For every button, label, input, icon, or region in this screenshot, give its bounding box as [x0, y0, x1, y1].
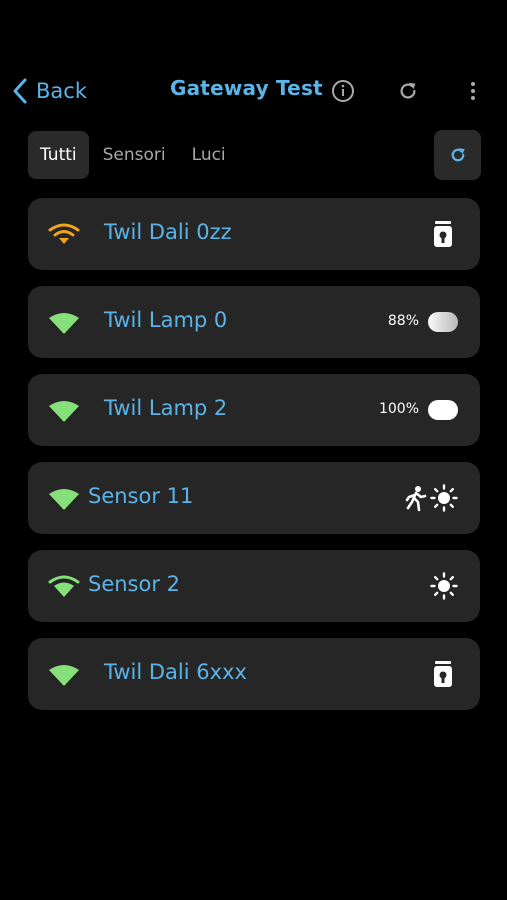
reload-button[interactable] [395, 78, 421, 104]
sun-icon [430, 572, 458, 600]
refresh-list-button[interactable] [434, 130, 481, 180]
dali-device-icon [434, 221, 452, 247]
wifi-full-icon [49, 401, 79, 422]
brightness-value: 88% [387, 313, 419, 329]
device-card-sensor-11[interactable]: Sensor 11 [28, 462, 480, 534]
back-button[interactable]: Back [10, 74, 87, 108]
chevron-left-icon [13, 78, 27, 104]
info-icon [332, 80, 354, 102]
device-name: Twil Lamp 2 [104, 396, 228, 420]
device-card-twil-dali-0zz[interactable]: Twil Dali 0zz [28, 198, 480, 270]
device-card-twil-dali-6xxx[interactable]: Twil Dali 6xxx [28, 638, 480, 710]
filter-tabs: Tutti Sensori Luci [28, 130, 240, 180]
device-card-twil-lamp-2[interactable]: Twil Lamp 2 100% [28, 374, 480, 446]
device-name: Twil Dali 0zz [104, 220, 232, 244]
wifi-weak-icon [48, 223, 80, 244]
sun-icon [430, 484, 458, 512]
tab-luci[interactable]: Luci [180, 131, 238, 179]
device-card-twil-lamp-0[interactable]: Twil Lamp 0 88% [28, 286, 480, 358]
brightness-value: 100% [378, 401, 419, 417]
header: Back Gateway Test [0, 72, 507, 110]
dali-device-icon [434, 661, 452, 687]
refresh-icon [400, 82, 416, 99]
tab-sensori[interactable]: Sensori [91, 131, 178, 179]
wifi-medium-icon [48, 575, 80, 597]
info-button[interactable] [330, 78, 356, 104]
device-card-sensor-2[interactable]: Sensor 2 [28, 550, 480, 622]
brightness-toggle[interactable] [428, 400, 458, 420]
motion-icon [405, 486, 427, 512]
tab-tutti[interactable]: Tutti [28, 131, 89, 179]
device-name: Twil Lamp 0 [104, 308, 228, 332]
device-name: Sensor 11 [88, 484, 194, 508]
device-name: Sensor 2 [88, 572, 181, 596]
page-title: Gateway Test [170, 76, 323, 100]
wifi-full-icon [49, 489, 79, 510]
device-name: Twil Dali 6xxx [104, 660, 247, 684]
brightness-toggle[interactable] [428, 312, 458, 332]
more-options-button[interactable] [460, 78, 486, 104]
wifi-full-icon [49, 665, 79, 686]
refresh-icon [451, 148, 465, 162]
wifi-full-icon [49, 313, 79, 334]
back-label: Back [36, 79, 87, 103]
more-vertical-icon [471, 82, 475, 100]
